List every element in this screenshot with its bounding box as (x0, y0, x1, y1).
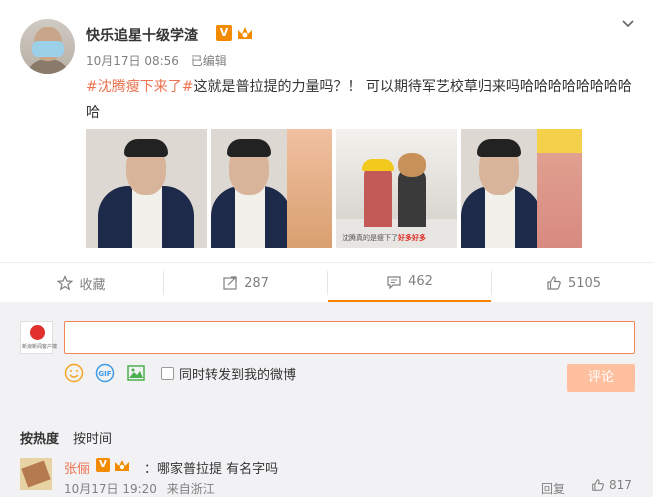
topic-link[interactable]: #沈腾瘦下来了# (86, 79, 193, 95)
emoji-icon[interactable] (64, 363, 84, 383)
commenter-name[interactable]: 张俪 (64, 458, 90, 477)
also-repost-label[interactable]: 同时转发到我的微博 (179, 364, 296, 383)
commenter-avatar[interactable] (20, 458, 52, 490)
repost-button[interactable]: 287 (164, 263, 327, 303)
post-image-1[interactable] (86, 129, 207, 248)
thumbs-up-icon (592, 479, 604, 491)
post-action-bar: 收藏 287 462 5105 (0, 262, 653, 303)
image-icon[interactable] (126, 363, 146, 383)
author-avatar[interactable] (20, 19, 75, 74)
vip-crown-icon (238, 27, 252, 39)
comment-button[interactable]: 462 (328, 263, 491, 303)
news-logo-icon (30, 325, 45, 340)
comment-date: 10月17日 19:20 (64, 482, 157, 496)
post-image-4[interactable] (461, 129, 582, 248)
comment-text: ：哪家普拉提 有名字吗 (144, 462, 279, 477)
image-caption: 沈腾真的是瘦下了好多好多 (342, 234, 426, 242)
my-avatar[interactable]: 新浪新闻客户端 (20, 321, 57, 354)
comment-sort: 按热度 按时间 (20, 428, 112, 447)
repost-icon (223, 276, 237, 290)
also-repost-checkbox[interactable] (161, 366, 174, 380)
comment-like-button[interactable]: 817 (591, 478, 632, 492)
thumbs-up-icon (547, 276, 561, 290)
comment-meta: 10月17日 19:20 来自浙江 (64, 480, 221, 497)
vip-crown-icon (115, 460, 129, 471)
sort-by-time[interactable]: 按时间 (73, 428, 112, 447)
weibo-post: 快乐追星十级学渣 V 10月17日 08:56 已编辑 #沈腾瘦下来了#这就是普… (0, 0, 653, 262)
comment-icon (387, 275, 401, 289)
like-button[interactable]: 5105 (492, 263, 653, 303)
post-image-2[interactable] (211, 129, 332, 248)
post-image-3[interactable]: 沈腾真的是瘦下了好多好多 (336, 129, 457, 248)
verified-badge-icon: V (96, 458, 110, 472)
star-icon (57, 275, 74, 291)
gif-icon[interactable]: GIF (95, 363, 115, 383)
favorite-button[interactable]: 收藏 (0, 263, 163, 303)
comment-location: 来自浙江 (166, 482, 215, 496)
sort-by-hot[interactable]: 按热度 (20, 428, 59, 447)
reply-button[interactable]: 回复 (541, 480, 565, 497)
edited-label[interactable]: 已编辑 (191, 54, 227, 68)
submit-comment-button[interactable]: 评论 (567, 364, 635, 392)
chevron-down-icon[interactable] (620, 16, 636, 32)
author-name[interactable]: 快乐追星十级学渣 (86, 25, 198, 45)
post-date[interactable]: 10月17日 08:56 (86, 54, 179, 68)
post-meta: 10月17日 08:56 已编辑 (86, 52, 235, 69)
post-content: #沈腾瘦下来了#这就是普拉提的力量吗？！ 可以期待军艺校草归来吗哈哈哈哈哈哈哈哈… (86, 74, 636, 126)
comment-toolbar: GIF 同时转发到我的微博 (64, 363, 296, 383)
comment-section: 新浪新闻客户端 GIF 同时转发到我的微博 评论 按热度 按时间 张俪 V ：哪… (0, 302, 653, 497)
verified-badge-icon: V (216, 25, 232, 41)
svg-text:GIF: GIF (98, 370, 111, 378)
comment-input[interactable] (64, 321, 635, 354)
